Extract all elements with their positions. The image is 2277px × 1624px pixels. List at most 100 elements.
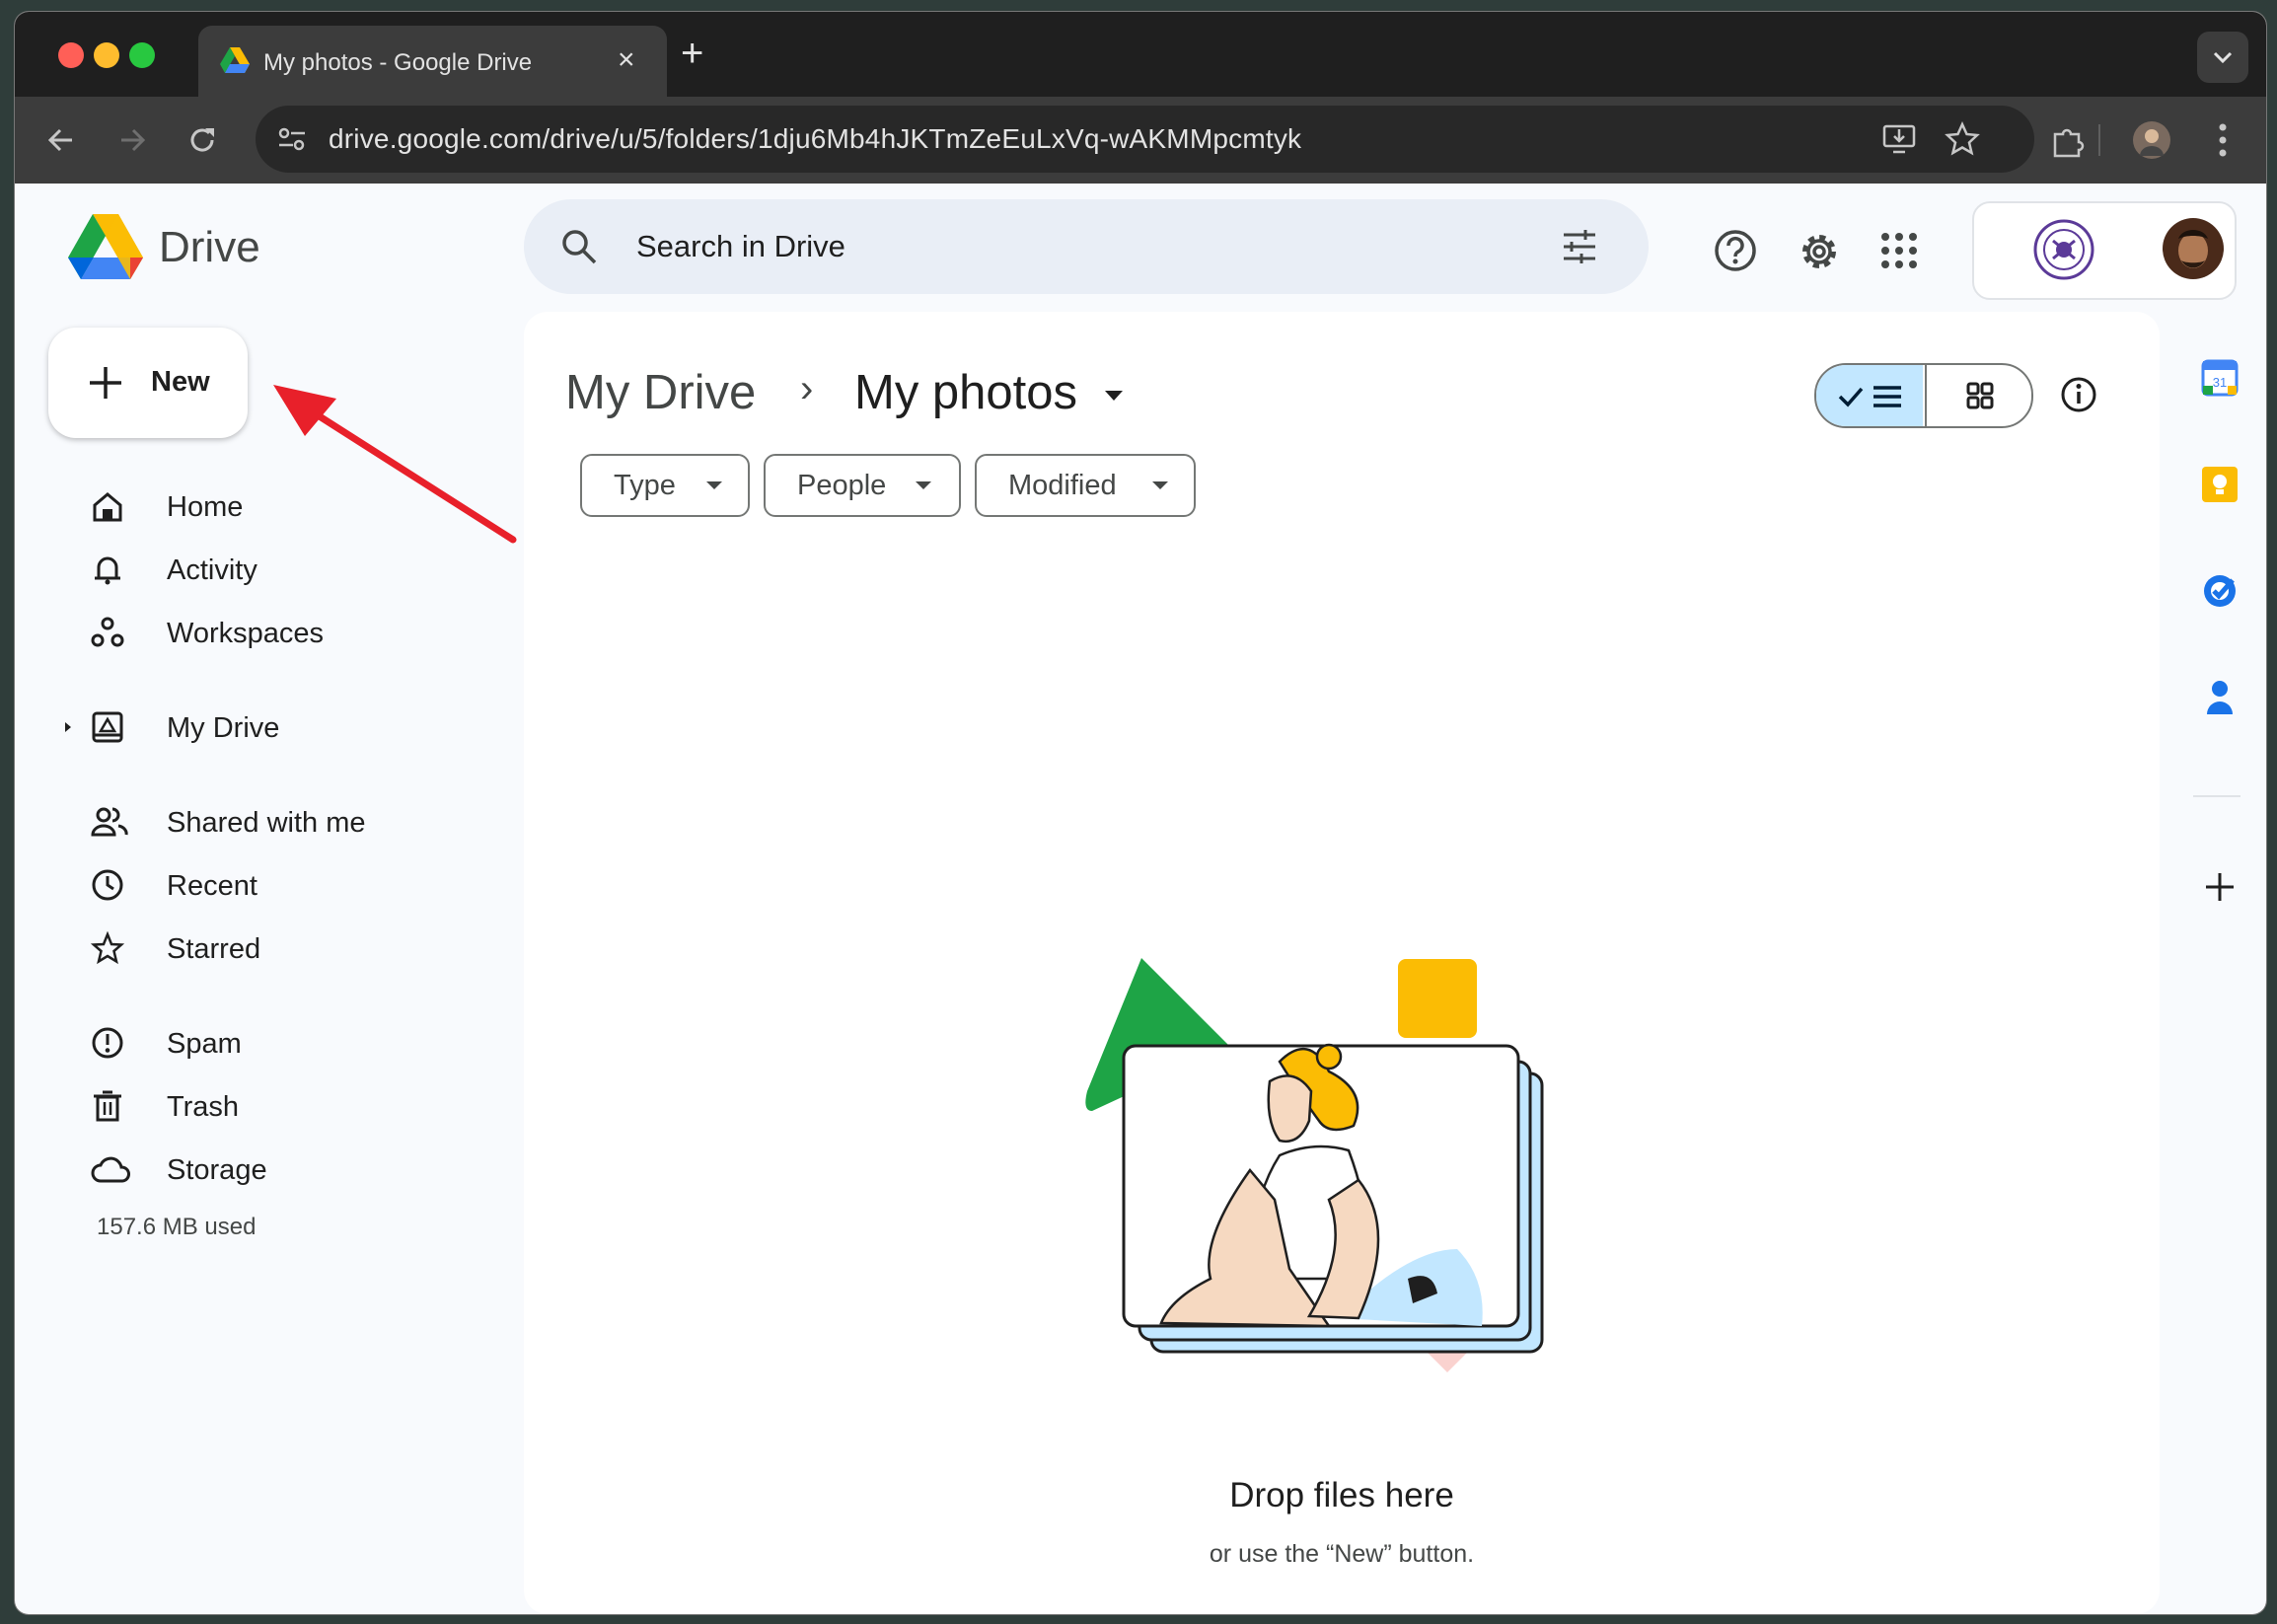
filter-label: People: [797, 470, 887, 501]
reload-icon[interactable]: [186, 124, 218, 156]
workspaces-icon: [91, 617, 124, 647]
back-icon[interactable]: [46, 126, 76, 154]
home-icon: [93, 492, 122, 522]
filter-label: Type: [614, 470, 676, 501]
people-icon: [91, 807, 128, 837]
breadcrumb-my-drive[interactable]: My Drive: [565, 365, 756, 420]
side-panel: 31: [2169, 312, 2266, 1614]
folder-title: My photos: [854, 366, 1078, 419]
folder-menu-arrow-icon: [1104, 391, 1123, 402]
chevron-down-icon: [2213, 51, 2233, 64]
dropdown-arrow-icon: [706, 481, 722, 489]
tasks-icon[interactable]: [2201, 572, 2239, 610]
sidebar-item-recent[interactable]: Recent: [69, 856, 503, 916]
account-switcher[interactable]: [1972, 201, 2237, 300]
star-icon: [91, 931, 124, 965]
filter-people-chip[interactable]: People: [764, 454, 961, 517]
sidebar-item-trash[interactable]: Trash: [69, 1077, 503, 1137]
browser-toolbar: drive.google.com/drive/u/5/folders/1dju6…: [15, 97, 2266, 184]
sidebar-item-label: Home: [167, 491, 244, 523]
bell-icon: [95, 556, 120, 585]
sidebar-item-label: Starred: [167, 933, 261, 965]
keep-icon[interactable]: [2201, 466, 2239, 503]
tab-strip: My photos - Google Drive × +: [15, 12, 2266, 97]
profile-avatar-icon[interactable]: [2132, 120, 2171, 160]
main-content: My Drive › My photos Type People Modifie…: [524, 312, 2160, 1614]
tab-close-icon[interactable]: ×: [618, 43, 635, 77]
search-bar[interactable]: Search in Drive: [524, 199, 1649, 294]
new-button[interactable]: New: [48, 328, 248, 438]
sidebar-item-shared-with-me[interactable]: Shared with me: [69, 793, 503, 852]
filter-modified-chip[interactable]: Modified: [975, 454, 1196, 517]
empty-state-subtitle: or use the “New” button.: [1209, 1540, 1475, 1568]
app-name: Drive: [159, 223, 260, 271]
sidebar-item-storage[interactable]: Storage: [69, 1141, 503, 1200]
help-icon[interactable]: [1714, 229, 1757, 272]
add-addon-icon[interactable]: [2203, 870, 2237, 904]
dropdown-arrow-icon: [1152, 481, 1168, 489]
storage-used-text: 157.6 MB used: [97, 1214, 257, 1240]
dropdown-arrow-icon: [916, 481, 931, 489]
my-drive-icon: [92, 711, 123, 743]
minimize-window-button[interactable]: [94, 42, 119, 68]
new-tab-button[interactable]: +: [681, 32, 703, 76]
view-toggle: [1814, 363, 2033, 428]
user-avatar[interactable]: [2162, 217, 2225, 280]
calendar-icon[interactable]: 31: [2201, 359, 2239, 397]
address-bar[interactable]: drive.google.com/drive/u/5/folders/1dju6…: [256, 106, 2034, 173]
sidebar-item-label: Trash: [167, 1091, 240, 1123]
red-annotation-arrow: [273, 385, 517, 544]
browser-window: My photos - Google Drive × + drive.googl…: [15, 12, 2266, 1614]
trash-icon: [94, 1090, 121, 1122]
plus-icon: [90, 367, 121, 399]
sidebar-item-label: Workspaces: [167, 618, 325, 649]
tab-search-button[interactable]: [2197, 32, 2248, 83]
sidebar-item-my-drive[interactable]: My Drive: [65, 699, 503, 758]
list-view-button[interactable]: [1816, 365, 1923, 426]
contacts-icon[interactable]: [2205, 679, 2235, 716]
maximize-window-button[interactable]: [129, 42, 155, 68]
url-text[interactable]: drive.google.com/drive/u/5/folders/1dju6…: [329, 123, 1301, 155]
breadcrumb-current-folder[interactable]: My photos: [854, 365, 1125, 420]
tab-title: My photos - Google Drive: [263, 49, 533, 76]
expand-arrow-icon[interactable]: [63, 720, 73, 734]
sidebar-item-label: Storage: [167, 1154, 267, 1186]
clock-icon: [92, 869, 123, 901]
install-app-icon[interactable]: [1881, 121, 1917, 157]
info-icon[interactable]: [2059, 375, 2098, 414]
site-settings-icon[interactable]: [277, 125, 307, 153]
sidebar-item-label: Spam: [167, 1028, 242, 1060]
grid-view-button[interactable]: [1925, 365, 2031, 426]
cloud-icon: [91, 1156, 130, 1183]
tab-my-photos[interactable]: My photos - Google Drive ×: [198, 26, 667, 97]
drive-logo-icon[interactable]: [68, 214, 143, 281]
search-options-icon[interactable]: [1560, 227, 1599, 266]
sidebar-item-label: Recent: [167, 870, 257, 902]
sidebar-item-label: Activity: [167, 554, 257, 586]
grid-view-icon: [1966, 382, 1994, 409]
sidebar-item-label: My Drive: [167, 712, 280, 744]
new-button-label: New: [151, 366, 210, 398]
filter-type-chip[interactable]: Type: [580, 454, 750, 517]
svg-text:31: 31: [2213, 375, 2227, 390]
side-panel-divider: [2193, 795, 2240, 797]
search-input[interactable]: Search in Drive: [636, 229, 845, 264]
apps-grid-icon[interactable]: [1879, 231, 1919, 270]
filter-label: Modified: [1008, 470, 1117, 501]
sidebar-item-workspaces[interactable]: Workspaces: [69, 604, 503, 663]
breadcrumb-separator: ›: [800, 367, 814, 410]
search-icon[interactable]: [559, 227, 599, 266]
toolbar-divider: [2098, 124, 2100, 156]
spam-icon: [92, 1027, 123, 1059]
browser-menu-icon[interactable]: [2217, 122, 2229, 158]
extensions-icon[interactable]: [2049, 124, 2085, 158]
sidebar-item-starred[interactable]: Starred: [69, 920, 503, 979]
organization-logo-icon: [2033, 219, 2094, 280]
empty-state-title: Drop files here: [1229, 1476, 1454, 1514]
drive-favicon-icon: [220, 47, 250, 73]
bookmark-star-icon[interactable]: [1945, 121, 1980, 157]
settings-gear-icon[interactable]: [1797, 229, 1842, 274]
close-window-button[interactable]: [58, 42, 84, 68]
forward-icon[interactable]: [117, 126, 147, 154]
sidebar-item-spam[interactable]: Spam: [69, 1014, 503, 1073]
